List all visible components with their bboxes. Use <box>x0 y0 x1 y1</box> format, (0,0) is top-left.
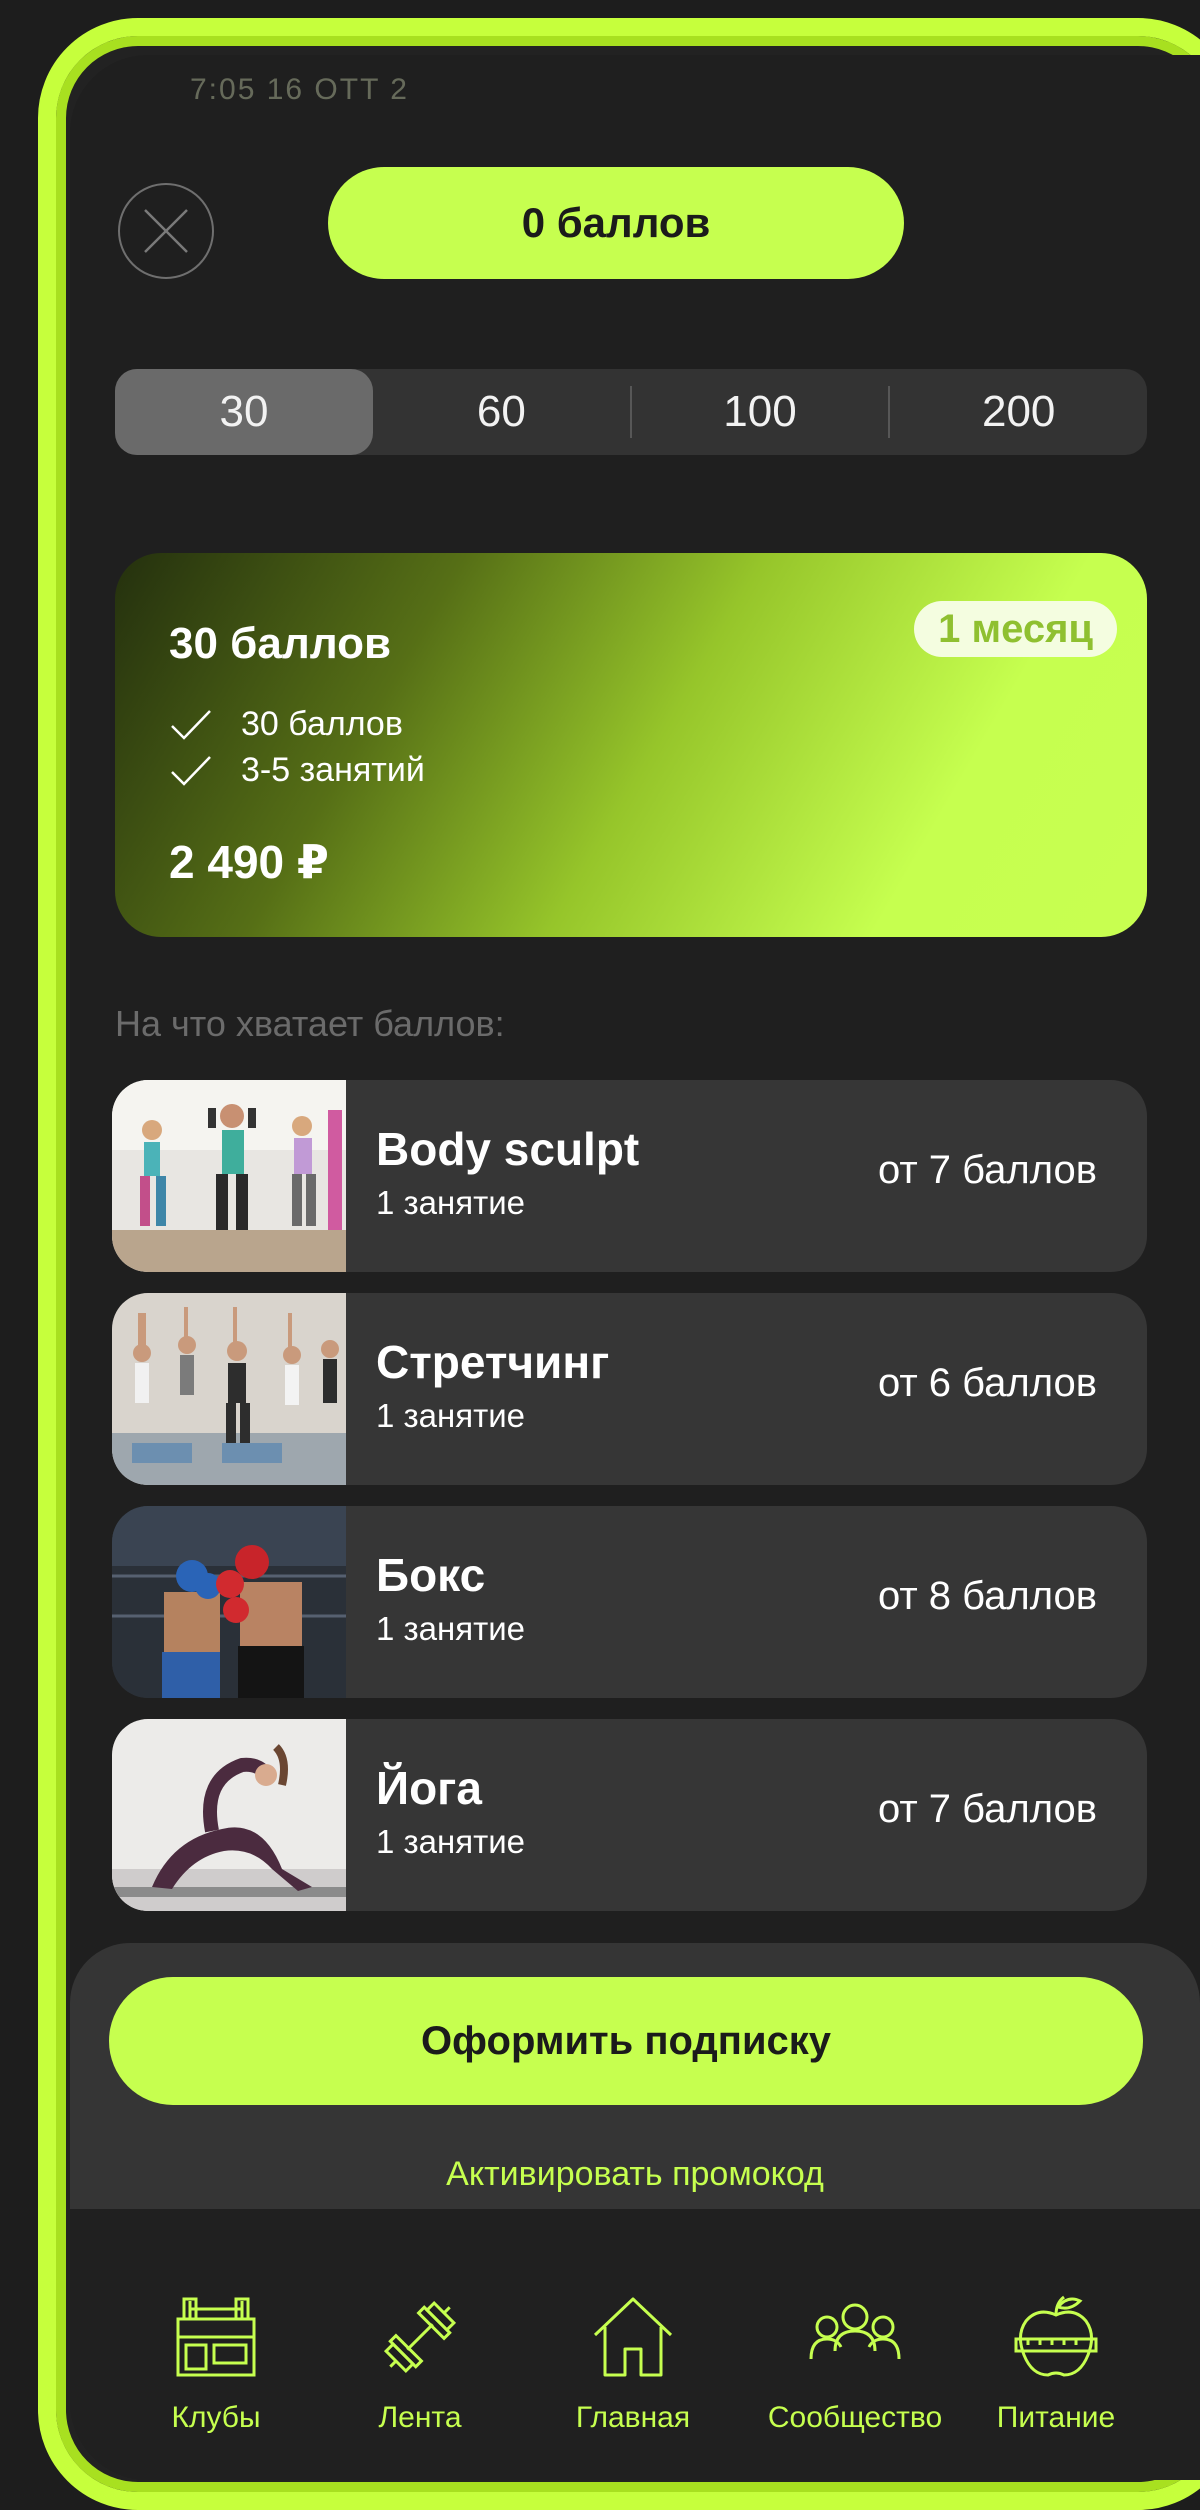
activity-sessions: 1 занятие <box>376 1397 525 1434</box>
club-icon <box>176 2297 256 2377</box>
activity-cost: от 7 баллов <box>877 1148 1097 1192</box>
dumbbell-icon <box>383 2300 457 2374</box>
period-option-100[interactable]: 100 <box>632 369 889 455</box>
plan-card[interactable]: 30 баллов 1 месяц 30 баллов 3-5 занятий … <box>115 553 1147 937</box>
points-balance-button[interactable]: 0 баллов <box>328 167 904 279</box>
plan-duration-badge: 1 месяц <box>914 601 1117 657</box>
period-option-60[interactable]: 60 <box>373 369 630 455</box>
yoga-photo <box>112 1719 346 1911</box>
activity-name: Стретчинг <box>376 1336 610 1388</box>
apple-icon <box>1014 2295 1098 2377</box>
tab-label: Клубы <box>171 2401 261 2434</box>
tab-label: Питание <box>996 2401 1116 2434</box>
home-icon <box>593 2297 673 2377</box>
activity-sessions: 1 занятие <box>376 1184 525 1221</box>
app-screen: 7:05 16 OTT 2 0 баллов 30 60 100 200 30 … <box>70 55 1200 2480</box>
period-option-30[interactable]: 30 <box>115 369 373 455</box>
tab-home[interactable]: Главная <box>533 2289 733 2435</box>
activity-sessions: 1 занятие <box>376 1823 525 1860</box>
activity-sessions: 1 занятие <box>376 1610 525 1647</box>
period-option-200[interactable]: 200 <box>890 369 1147 455</box>
activity-name: Йога <box>376 1762 482 1814</box>
section-label: На что хватает баллов: <box>115 1003 505 1044</box>
group-fitness-photo <box>112 1080 346 1272</box>
close-button[interactable] <box>118 183 214 279</box>
activate-promo-link[interactable]: Активировать промокод <box>70 2155 1200 2194</box>
activity-cost: от 7 баллов <box>877 1787 1097 1831</box>
plan-feature: 3-5 занятий <box>169 751 425 790</box>
tab-nutrition[interactable]: Питание <box>956 2289 1156 2435</box>
tab-bar: Клубы Лента Главная Сообщество Питание <box>70 2209 1200 2480</box>
plan-feature-label: 30 баллов <box>241 705 403 743</box>
tab-clubs[interactable]: Клубы <box>116 2289 316 2435</box>
activity-card-boxing[interactable]: Бокс 1 занятие от 8 баллов <box>112 1506 1147 1698</box>
subscribe-button[interactable]: Оформить подписку <box>109 1977 1143 2105</box>
plan-feature-label: 3-5 занятий <box>241 751 425 789</box>
plan-feature: 30 баллов <box>169 705 403 744</box>
plan-title: 30 баллов <box>169 619 392 668</box>
stretching-class-photo <box>112 1293 346 1485</box>
activity-cost: от 6 баллов <box>877 1361 1097 1405</box>
activity-name: Бокс <box>376 1549 486 1601</box>
tab-label: Лента <box>378 2401 462 2434</box>
period-selector: 30 60 100 200 <box>115 369 1147 455</box>
check-icon <box>171 755 211 786</box>
boxing-photo <box>112 1506 346 1698</box>
community-icon <box>809 2303 901 2360</box>
tab-community[interactable]: Сообщество <box>755 2289 955 2435</box>
check-icon <box>171 709 211 740</box>
status-bar-text: 7:05 16 OTT 2 <box>190 73 409 106</box>
tab-label: Главная <box>575 2401 691 2434</box>
tab-feed[interactable]: Лента <box>320 2289 520 2435</box>
activity-card-body-sculpt[interactable]: Body sculpt 1 занятие от 7 баллов <box>112 1080 1147 1272</box>
activity-cost: от 8 баллов <box>877 1574 1097 1618</box>
activity-card-stretching[interactable]: Стретчинг 1 занятие от 6 баллов <box>112 1293 1147 1485</box>
plan-price: 2 490 ₽ <box>169 836 329 888</box>
activity-name: Body sculpt <box>376 1123 640 1175</box>
activity-card-yoga[interactable]: Йога 1 занятие от 7 баллов <box>112 1719 1147 1911</box>
tab-label: Сообщество <box>767 2401 943 2434</box>
close-icon <box>144 209 188 253</box>
